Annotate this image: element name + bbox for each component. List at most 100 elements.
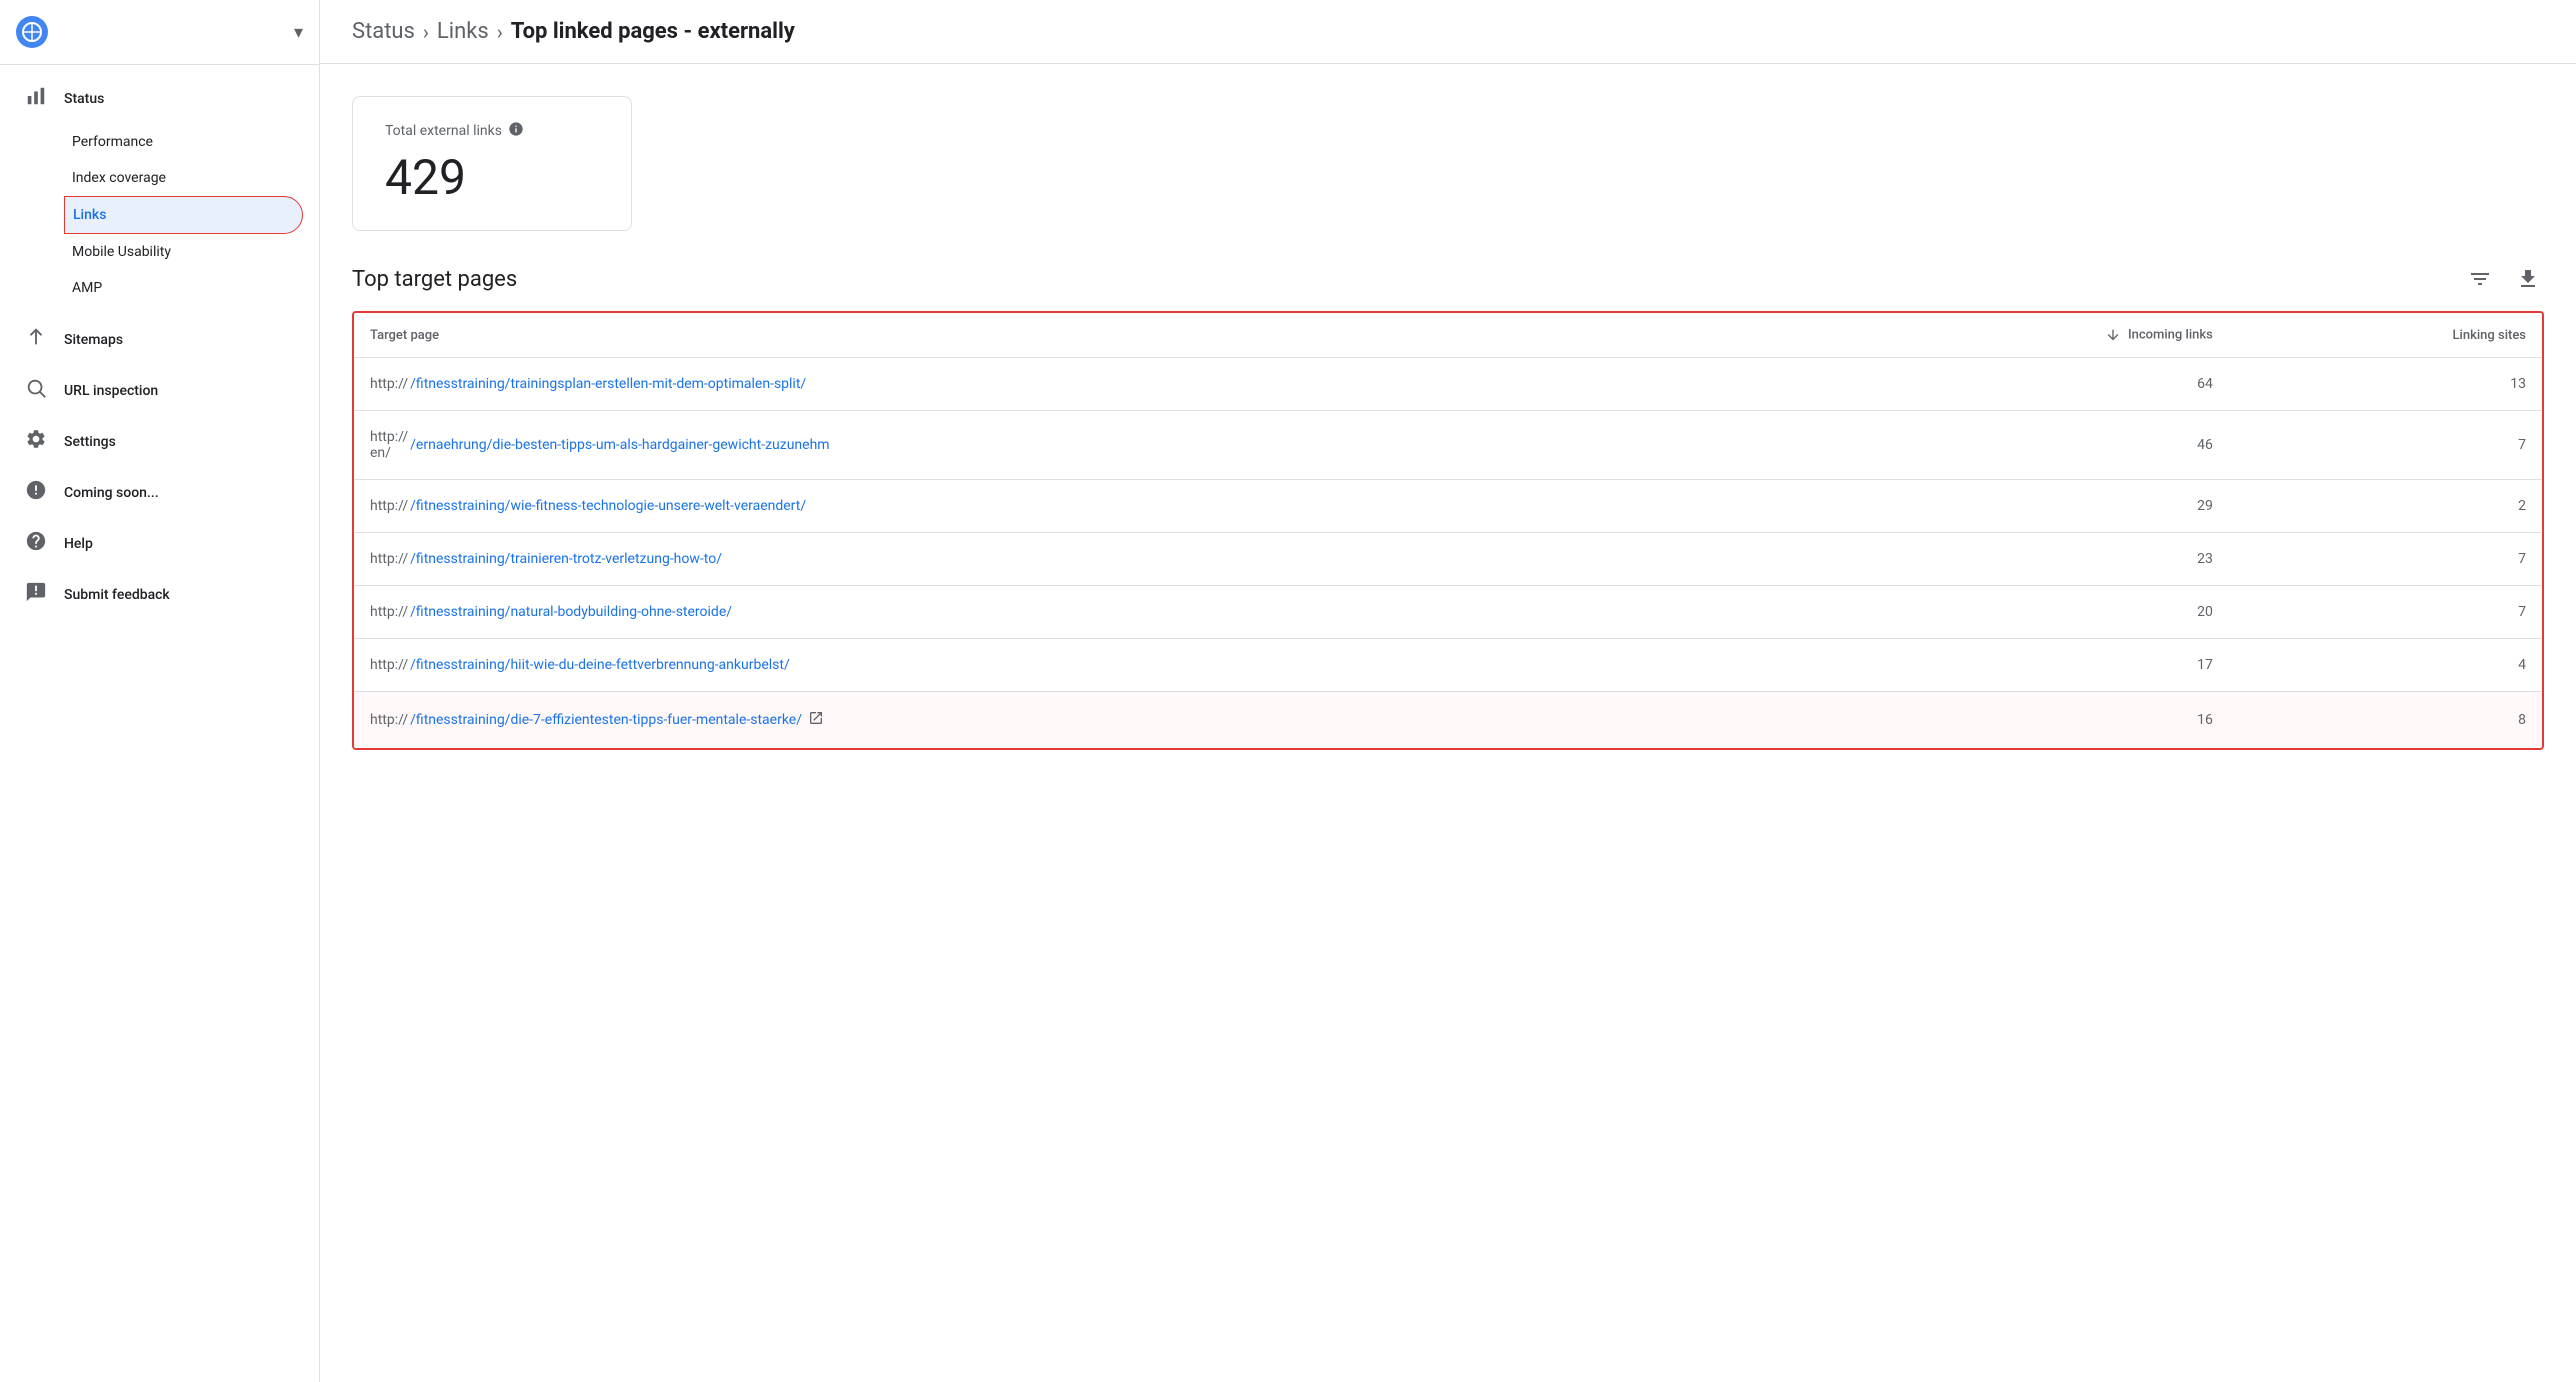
sidebar: ▾ Status Performance Index coverage Link… [0, 0, 320, 1382]
table-row[interactable]: http:///fitnesstraining/trainieren-trotz… [354, 533, 2542, 586]
url-display: http:///fitnesstraining/trainieren-trotz… [370, 551, 1797, 567]
table-cell-linking-sites: 7 [2229, 411, 2542, 480]
url-display: http:///fitnesstraining/trainingsplan-er… [370, 376, 1797, 392]
table-cell-url: http:///fitnesstraining/trainieren-trotz… [354, 533, 1813, 586]
sidebar-item-status[interactable]: Status [0, 73, 303, 124]
table-row[interactable]: http:///fitnesstraining/natural-bodybuil… [354, 586, 2542, 639]
sidebar-item-submit-feedback-label: Submit feedback [64, 587, 170, 603]
stat-card-external-links: Total external links 429 [352, 96, 632, 231]
sidebar-item-url-inspection-label: URL inspection [64, 383, 158, 399]
stat-label: Total external links [385, 121, 599, 141]
stat-value: 429 [385, 149, 599, 206]
url-prefix: http:// [370, 712, 408, 728]
url-prefix: http:// [370, 551, 408, 567]
url-display: http:// en//ernaehrung/die-besten-tipps-… [370, 429, 1797, 461]
breadcrumb-sep-1: › [423, 20, 429, 44]
table-cell-incoming-links: 16 [1813, 692, 2229, 749]
sidebar-section-status: Status Performance Index coverage Links … [0, 65, 319, 314]
url-path[interactable]: /fitnesstraining/natural-bodybuilding-oh… [410, 604, 732, 620]
stat-info-icon[interactable] [508, 121, 524, 141]
url-prefix: http:// [370, 604, 408, 620]
top-target-pages-table: Target page Incoming links Linking sites… [352, 311, 2544, 750]
sidebar-item-amp[interactable]: AMP [64, 270, 303, 306]
status-icon [24, 85, 48, 112]
col-header-incoming-links[interactable]: Incoming links [1813, 313, 2229, 358]
section-actions [2464, 263, 2544, 295]
table-cell-linking-sites: 2 [2229, 480, 2542, 533]
sidebar-item-index-coverage[interactable]: Index coverage [64, 160, 303, 196]
table-cell-linking-sites: 8 [2229, 692, 2542, 749]
content-area: Total external links 429 Top target page… [320, 64, 2576, 782]
table-cell-url: http:// en//ernaehrung/die-besten-tipps-… [354, 411, 1813, 480]
sidebar-item-sitemaps-label: Sitemaps [64, 332, 123, 348]
table-cell-url: http:///fitnesstraining/natural-bodybuil… [354, 586, 1813, 639]
table-cell-incoming-links: 23 [1813, 533, 2229, 586]
col-header-target-page: Target page [354, 313, 1813, 358]
url-path[interactable]: /fitnesstraining/wie-fitness-technologie… [410, 498, 806, 514]
table-row[interactable]: http:///fitnesstraining/wie-fitness-tech… [354, 480, 2542, 533]
table-cell-incoming-links: 64 [1813, 358, 2229, 411]
table-cell-url: http:///fitnesstraining/wie-fitness-tech… [354, 480, 1813, 533]
data-table: Target page Incoming links Linking sites… [354, 313, 2542, 748]
url-display: http:///fitnesstraining/wie-fitness-tech… [370, 498, 1797, 514]
breadcrumb-sep-2: › [497, 20, 503, 44]
sidebar-sub-items-status: Performance Index coverage Links Mobile … [0, 124, 319, 306]
url-prefix: http:// en/ [370, 429, 408, 461]
sidebar-item-mobile-usability[interactable]: Mobile Usability [64, 234, 303, 270]
app-logo [16, 16, 48, 48]
sidebar-item-settings[interactable]: Settings [0, 416, 303, 467]
table-cell-incoming-links: 29 [1813, 480, 2229, 533]
sidebar-dropdown-icon[interactable]: ▾ [294, 22, 303, 43]
sidebar-item-submit-feedback[interactable]: Submit feedback [0, 569, 303, 620]
table-header-row: Target page Incoming links Linking sites [354, 313, 2542, 358]
table-cell-url: http:///fitnesstraining/hiit-wie-du-dein… [354, 639, 1813, 692]
submit-feedback-icon [24, 581, 48, 608]
sitemaps-icon [24, 326, 48, 353]
coming-soon-icon [24, 479, 48, 506]
table-row[interactable]: http:///fitnesstraining/hiit-wie-du-dein… [354, 639, 2542, 692]
url-inspection-icon [24, 377, 48, 404]
sidebar-item-performance[interactable]: Performance [64, 124, 303, 160]
topbar: Status › Links › Top linked pages - exte… [320, 0, 2576, 64]
filter-button[interactable] [2464, 263, 2496, 295]
sidebar-item-settings-label: Settings [64, 434, 116, 450]
url-path[interactable]: /fitnesstraining/hiit-wie-du-deine-fettv… [410, 657, 790, 673]
sidebar-item-help[interactable]: Help [0, 518, 303, 569]
table-cell-linking-sites: 7 [2229, 586, 2542, 639]
url-path[interactable]: /ernaehrung/die-besten-tipps-um-als-hard… [410, 437, 829, 453]
external-link-icon[interactable] [808, 710, 824, 730]
sidebar-header: ▾ [0, 0, 319, 65]
main-content: Status › Links › Top linked pages - exte… [320, 0, 2576, 1382]
url-prefix: http:// [370, 657, 408, 673]
breadcrumb-links[interactable]: Links [437, 19, 489, 44]
help-icon [24, 530, 48, 557]
url-path[interactable]: /fitnesstraining/die-7-effizientesten-ti… [410, 712, 802, 728]
table-row[interactable]: http:// en//ernaehrung/die-besten-tipps-… [354, 411, 2542, 480]
sidebar-item-help-label: Help [64, 536, 93, 552]
table-cell-url: http:///fitnesstraining/trainingsplan-er… [354, 358, 1813, 411]
breadcrumb: Status › Links › Top linked pages - exte… [352, 19, 795, 44]
table-cell-linking-sites: 13 [2229, 358, 2542, 411]
url-path[interactable]: /fitnesstraining/trainieren-trotz-verlet… [410, 551, 722, 567]
section-title: Top target pages [352, 267, 517, 292]
url-display: http:///fitnesstraining/die-7-effiziente… [370, 710, 1797, 730]
table-row[interactable]: http:///fitnesstraining/trainingsplan-er… [354, 358, 2542, 411]
sidebar-item-links[interactable]: Links [64, 196, 303, 234]
sidebar-item-coming-soon[interactable]: Coming soon... [0, 467, 303, 518]
sidebar-item-coming-soon-label: Coming soon... [64, 485, 159, 501]
sidebar-item-sitemaps[interactable]: Sitemaps [0, 314, 303, 365]
table-cell-linking-sites: 4 [2229, 639, 2542, 692]
breadcrumb-status[interactable]: Status [352, 19, 415, 44]
download-button[interactable] [2512, 263, 2544, 295]
table-cell-incoming-links: 20 [1813, 586, 2229, 639]
url-prefix: http:// [370, 498, 408, 514]
sidebar-item-status-label: Status [64, 91, 104, 107]
sidebar-item-url-inspection[interactable]: URL inspection [0, 365, 303, 416]
breadcrumb-current: Top linked pages - externally [511, 19, 795, 44]
url-path[interactable]: /fitnesstraining/trainingsplan-erstellen… [410, 376, 806, 392]
url-display: http:///fitnesstraining/natural-bodybuil… [370, 604, 1797, 620]
table-row[interactable]: http:///fitnesstraining/die-7-effiziente… [354, 692, 2542, 749]
url-display: http:///fitnesstraining/hiit-wie-du-dein… [370, 657, 1797, 673]
section-header: Top target pages [352, 263, 2544, 295]
col-header-linking-sites: Linking sites [2229, 313, 2542, 358]
